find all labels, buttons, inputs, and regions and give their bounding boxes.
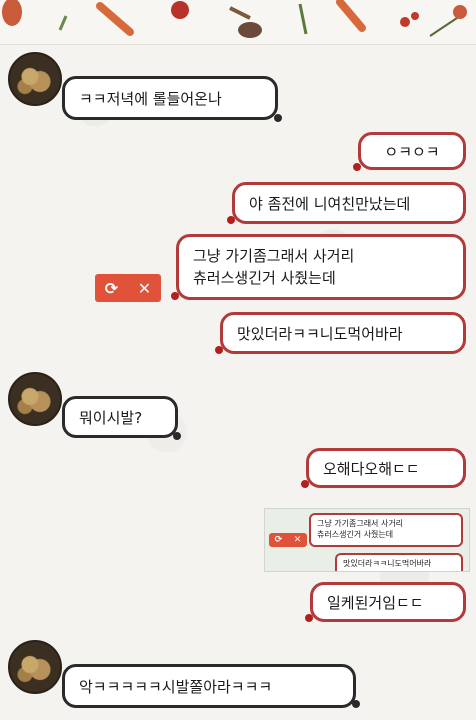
close-icon: ✕ [293,535,302,545]
sent-message: 그냥 가기좀그래서 사거리 츄러스생긴거 사줬는데 [176,234,466,300]
message-text: 맛있더라ㅋㅋ니도먹어바라 [237,324,403,343]
message-line: 츄러스생긴거 사줬는데 [193,269,336,287]
quoted-line: 그냥 가기좀그래서 사거리 [317,519,404,528]
wallpaper-header-decor [0,0,476,45]
received-message: 뭐이시발? [62,396,178,438]
message-text: 오해다오해ㄷㄷ [323,459,420,478]
bubble-tail [215,346,223,354]
shared-screenshot-image[interactable]: ⟳ ✕ 그냥 가기좀그래서 사거리 츄러스생긴거 사줬는데 맛있더라ㅋㅋ니도먹어… [264,508,470,572]
friend-avatar[interactable] [8,640,62,694]
food-pattern-decor [2,0,467,38]
failed-send-controls: ⟳ ✕ [95,274,161,302]
received-message: 악ㅋㅋㅋㅋㅋ시발쫄아라ㅋㅋㅋ [62,664,356,708]
retry-icon[interactable]: ⟳ [105,279,118,298]
quoted-line: 츄러스생긴거 사줬는데 [317,530,394,539]
message-text: 뭐이시발? [79,408,143,427]
friend-avatar[interactable] [8,52,62,106]
message-text: ㅋㅋ저녁에 롤들어온나 [79,89,222,108]
quoted-message: 그냥 가기좀그래서 사거리 츄러스생긴거 사줬는데 [309,513,463,547]
sent-message: 일케된거임ㄷㄷ [310,582,466,622]
bubble-tail [352,700,360,708]
message-text: 일케된거임ㄷㄷ [327,593,424,612]
sent-message: ㅇㅋㅇㅋ [358,132,466,170]
message-line: 그냥 가기좀그래서 사거리 [193,247,355,265]
close-icon[interactable]: ✕ [138,279,151,298]
sent-message: 야 좀전에 니여친만났는데 [232,182,466,224]
message-text: 악ㅋㅋㅋㅋㅋ시발쫄아라ㅋㅋㅋ [79,677,273,696]
friend-avatar[interactable] [8,372,62,426]
failed-send-controls: ⟳ ✕ [269,533,307,547]
message-text: ㅇㅋㅇㅋ [384,142,440,161]
received-message: ㅋㅋ저녁에 롤들어온나 [62,76,278,120]
bubble-tail [274,114,282,122]
bubble-tail [173,432,181,440]
quoted-message-cropped: 맛있더라ㅋㅋ니도먹어바라 [335,553,463,571]
sent-message: 오해다오해ㄷㄷ [306,448,466,488]
bubble-tail [305,614,313,622]
message-text: 야 좀전에 니여친만났는데 [249,194,411,213]
bubble-tail [171,292,179,300]
bubble-tail [227,216,235,224]
retry-icon: ⟳ [274,535,283,545]
bubble-tail [353,163,361,171]
bubble-tail [301,480,309,488]
sent-message: 맛있더라ㅋㅋ니도먹어바라 [220,312,466,354]
quoted-line: 맛있더라ㅋㅋ니도먹어바라 [343,559,432,568]
